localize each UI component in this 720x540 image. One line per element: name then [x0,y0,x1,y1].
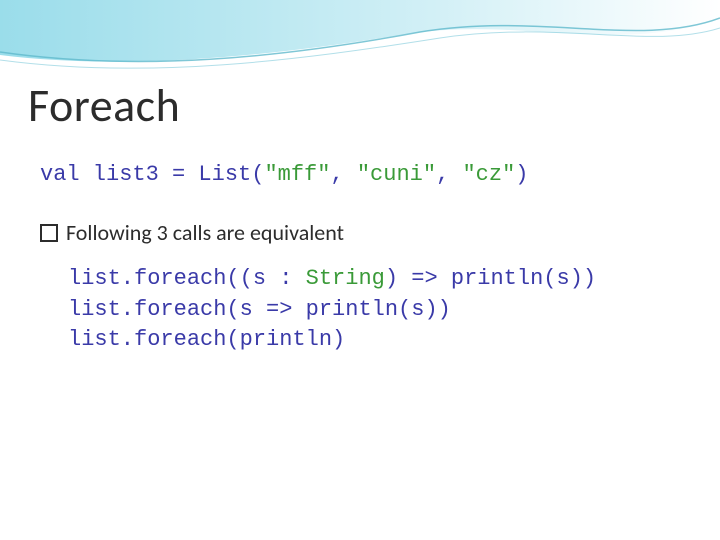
decl-str2: "cuni" [357,162,436,187]
slide-content: val list3 = List("mff", "cuni", "cz") Fo… [40,160,680,356]
call1-type: String [306,266,385,291]
body-text: Following 3 calls are equivalent [66,219,344,246]
decl-pre: val list3 = List( [40,162,264,187]
decorative-wave [0,0,720,90]
call1-a: list.foreach((s : [68,266,306,291]
slide: Foreach val list3 = List("mff", "cuni", … [0,0,720,540]
code-call-3: list.foreach(println) [68,325,680,356]
decl-str1: "mff" [264,162,330,187]
decl-c2: , [436,162,462,187]
call1-b: ) => println(s)) [385,266,596,291]
code-call-2: list.foreach(s => println(s)) [68,295,680,326]
decl-str3: "cz" [462,162,515,187]
body-text-line: Following 3 calls are equivalent [40,219,680,246]
code-declaration: val list3 = List("mff", "cuni", "cz") [40,160,680,191]
slide-title: Foreach [28,78,180,134]
decl-c1: , [330,162,356,187]
decl-post: ) [515,162,528,187]
code-block: list.foreach((s : String) => println(s))… [68,264,680,356]
code-call-1: list.foreach((s : String) => println(s)) [68,264,680,295]
bullet-icon [40,224,58,242]
